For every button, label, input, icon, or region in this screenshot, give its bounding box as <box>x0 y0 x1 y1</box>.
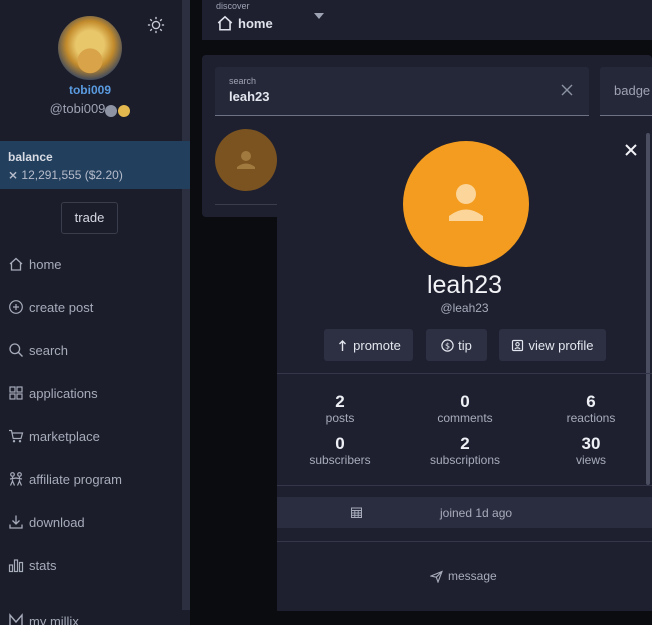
nav-item-stats[interactable]: stats <box>8 555 56 575</box>
profile-name: leah23 <box>426 271 503 299</box>
stat-value: 30 <box>581 434 601 453</box>
nav-label: create post <box>29 299 94 315</box>
stat-value: 2 <box>335 392 345 411</box>
user-placeholder-icon <box>237 151 255 169</box>
balance-box[interactable]: balance ⨯ 12,291,555 ($2.20) <box>0 141 190 189</box>
sidebar-handle: @tobi009 <box>0 101 180 117</box>
stat-label: posts <box>325 411 355 425</box>
message-button[interactable]: message <box>430 569 497 583</box>
search-value: leah23 <box>229 89 270 104</box>
stat-subscribers: 0 subscribers <box>280 434 400 468</box>
badge-icons <box>105 102 131 117</box>
promote-button[interactable]: promote <box>324 329 413 361</box>
stat-value: 6 <box>586 392 596 411</box>
tip-label: tip <box>458 337 472 353</box>
stats-divider-bottom <box>277 485 652 486</box>
bar-chart-icon <box>8 559 24 573</box>
nav-item-create-post[interactable]: create post <box>8 297 93 317</box>
stat-comments: 0 comments <box>405 392 525 426</box>
grid-icon <box>9 386 23 400</box>
nav-item-affiliate-program[interactable]: affiliate program <box>8 469 122 489</box>
tip-button[interactable]: $ tip <box>426 329 487 361</box>
home-icon <box>9 257 23 271</box>
stat-subscriptions: 2 subscriptions <box>405 434 525 468</box>
search-label: search <box>229 76 257 86</box>
stat-reactions: 6 reactions <box>531 392 651 426</box>
badge-select[interactable]: badge <box>600 67 652 116</box>
nav-label: marketplace <box>29 428 100 444</box>
discover-value: home <box>216 14 273 32</box>
nav-label: download <box>29 514 85 530</box>
stat-posts: 2 posts <box>280 392 400 426</box>
gold-badge-icon <box>118 104 131 117</box>
message-divider <box>277 541 652 542</box>
nav-label: my millix <box>29 613 79 625</box>
stat-label: subscribers <box>309 453 371 467</box>
download-icon <box>9 515 23 529</box>
stat-label: views <box>575 453 606 467</box>
discover-label: discover <box>216 1 250 11</box>
nav-item-download[interactable]: download <box>8 512 85 532</box>
balance-title: balance <box>8 150 53 164</box>
view-profile-label: view profile <box>528 337 594 353</box>
cart-icon <box>9 429 24 443</box>
stat-label: reactions <box>566 411 616 425</box>
result-avatar[interactable] <box>215 129 277 191</box>
search-icon <box>9 343 23 357</box>
nav-item-applications[interactable]: applications <box>8 383 98 403</box>
millix-icon: ⨯ <box>8 168 19 182</box>
balance-value: ⨯ 12,291,555 ($2.20) <box>8 168 123 182</box>
calendar-icon <box>351 507 362 518</box>
close-icon[interactable] <box>623 142 639 158</box>
verified-badge-icon <box>105 104 118 117</box>
stat-value: 2 <box>460 434 470 453</box>
clear-icon[interactable] <box>560 83 574 97</box>
millix-icon <box>9 613 23 625</box>
nav-label: stats <box>29 557 57 573</box>
profile-avatar <box>403 141 529 267</box>
stat-label: subscriptions <box>429 453 501 467</box>
search-input[interactable]: search leah23 <box>215 67 589 116</box>
people-icon <box>9 472 23 486</box>
dollar-icon: $ <box>441 338 454 352</box>
stat-value: 0 <box>335 434 345 453</box>
sidebar-scrollbar[interactable] <box>182 0 190 610</box>
trade-button[interactable]: trade <box>61 202 118 234</box>
nav-item-search[interactable]: search <box>8 340 68 360</box>
user-avatar[interactable] <box>58 16 122 80</box>
plus-circle-icon <box>9 300 23 314</box>
promote-label: promote <box>353 337 401 353</box>
nav-label: affiliate program <box>29 471 122 487</box>
result-divider <box>215 204 277 205</box>
stats-divider-top <box>277 373 652 374</box>
handle-text: @tobi009 <box>49 101 106 116</box>
joined-text: joined 1d ago <box>440 506 513 520</box>
view-profile-button[interactable]: view profile <box>499 329 606 361</box>
badge-label: badge <box>614 83 651 98</box>
sidebar-username[interactable]: tobi009 <box>0 83 180 97</box>
discover-value-text: home <box>238 15 273 31</box>
profile-card-icon <box>512 339 524 351</box>
profile-handle: @leah23 <box>440 301 489 315</box>
stat-views: 30 views <box>531 434 651 468</box>
send-icon <box>430 570 443 583</box>
nav-item-marketplace[interactable]: marketplace <box>8 426 100 446</box>
stat-label: comments <box>437 411 493 425</box>
nav-label: search <box>29 342 69 358</box>
chevron-down-icon <box>314 13 324 19</box>
home-icon <box>217 15 233 31</box>
svg-text:$: $ <box>445 341 450 350</box>
message-label: message <box>448 569 497 583</box>
user-placeholder-icon <box>449 184 483 221</box>
nav-item-my-millix[interactable]: my millix <box>8 611 79 625</box>
stat-value: 0 <box>460 392 470 411</box>
promote-icon <box>339 339 347 351</box>
nav-label: applications <box>29 385 98 401</box>
nav-item-home[interactable]: home <box>8 254 62 274</box>
discover-dropdown[interactable]: discover home <box>202 0 652 40</box>
nav-label: home <box>29 256 62 272</box>
theme-toggle-icon[interactable] <box>147 16 165 34</box>
balance-amount: 12,291,555 ($2.20) <box>21 168 123 182</box>
